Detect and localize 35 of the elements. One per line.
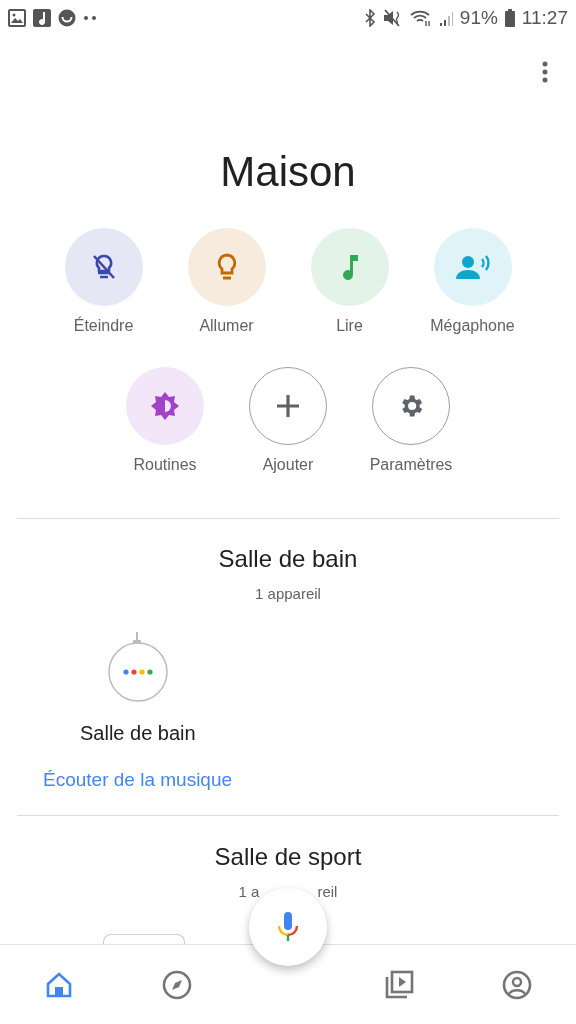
device-count: 1 appareil — [255, 585, 321, 603]
account-icon — [502, 969, 532, 1000]
device-count-fragment: reil — [317, 882, 338, 900]
room-title: Salle de bain — [218, 545, 358, 574]
device-name[interactable]: Salle de bain — [80, 722, 196, 746]
image-icon — [8, 9, 26, 27]
action-label: Lire — [336, 317, 363, 335]
routines-icon — [150, 391, 180, 421]
action-label: Paramètres — [369, 456, 453, 474]
more-menu-icon[interactable] — [541, 60, 549, 84]
clock: 11:27 — [521, 7, 568, 29]
action-label: Ajouter — [262, 456, 314, 474]
bluetooth-icon — [363, 9, 376, 27]
media-library-icon — [384, 969, 414, 1000]
compass-icon — [162, 969, 192, 1000]
wifi-icon — [409, 9, 432, 27]
room-title: Salle de sport — [214, 842, 362, 871]
battery-icon — [504, 9, 515, 27]
home-title: Maison — [220, 148, 356, 196]
mute-icon — [382, 9, 403, 27]
battery-level: 91% — [459, 7, 498, 29]
action-label: Routines — [133, 456, 197, 474]
smart-speaker-icon[interactable] — [106, 632, 169, 703]
action-label: Allumer — [199, 317, 254, 335]
music-note-icon — [33, 9, 51, 27]
action-label: Éteindre — [73, 317, 134, 335]
device-count-fragment: 1 a — [238, 882, 260, 900]
signal-icon — [438, 9, 453, 27]
broadcast-icon — [455, 254, 490, 280]
action-label: Mégaphone — [430, 317, 515, 335]
listen-music-link[interactable]: Écouter de la musique — [43, 769, 233, 792]
smile-icon — [58, 9, 76, 27]
more-notifications-icon — [83, 15, 97, 21]
microphone-icon — [277, 912, 299, 942]
home-icon — [46, 971, 72, 998]
